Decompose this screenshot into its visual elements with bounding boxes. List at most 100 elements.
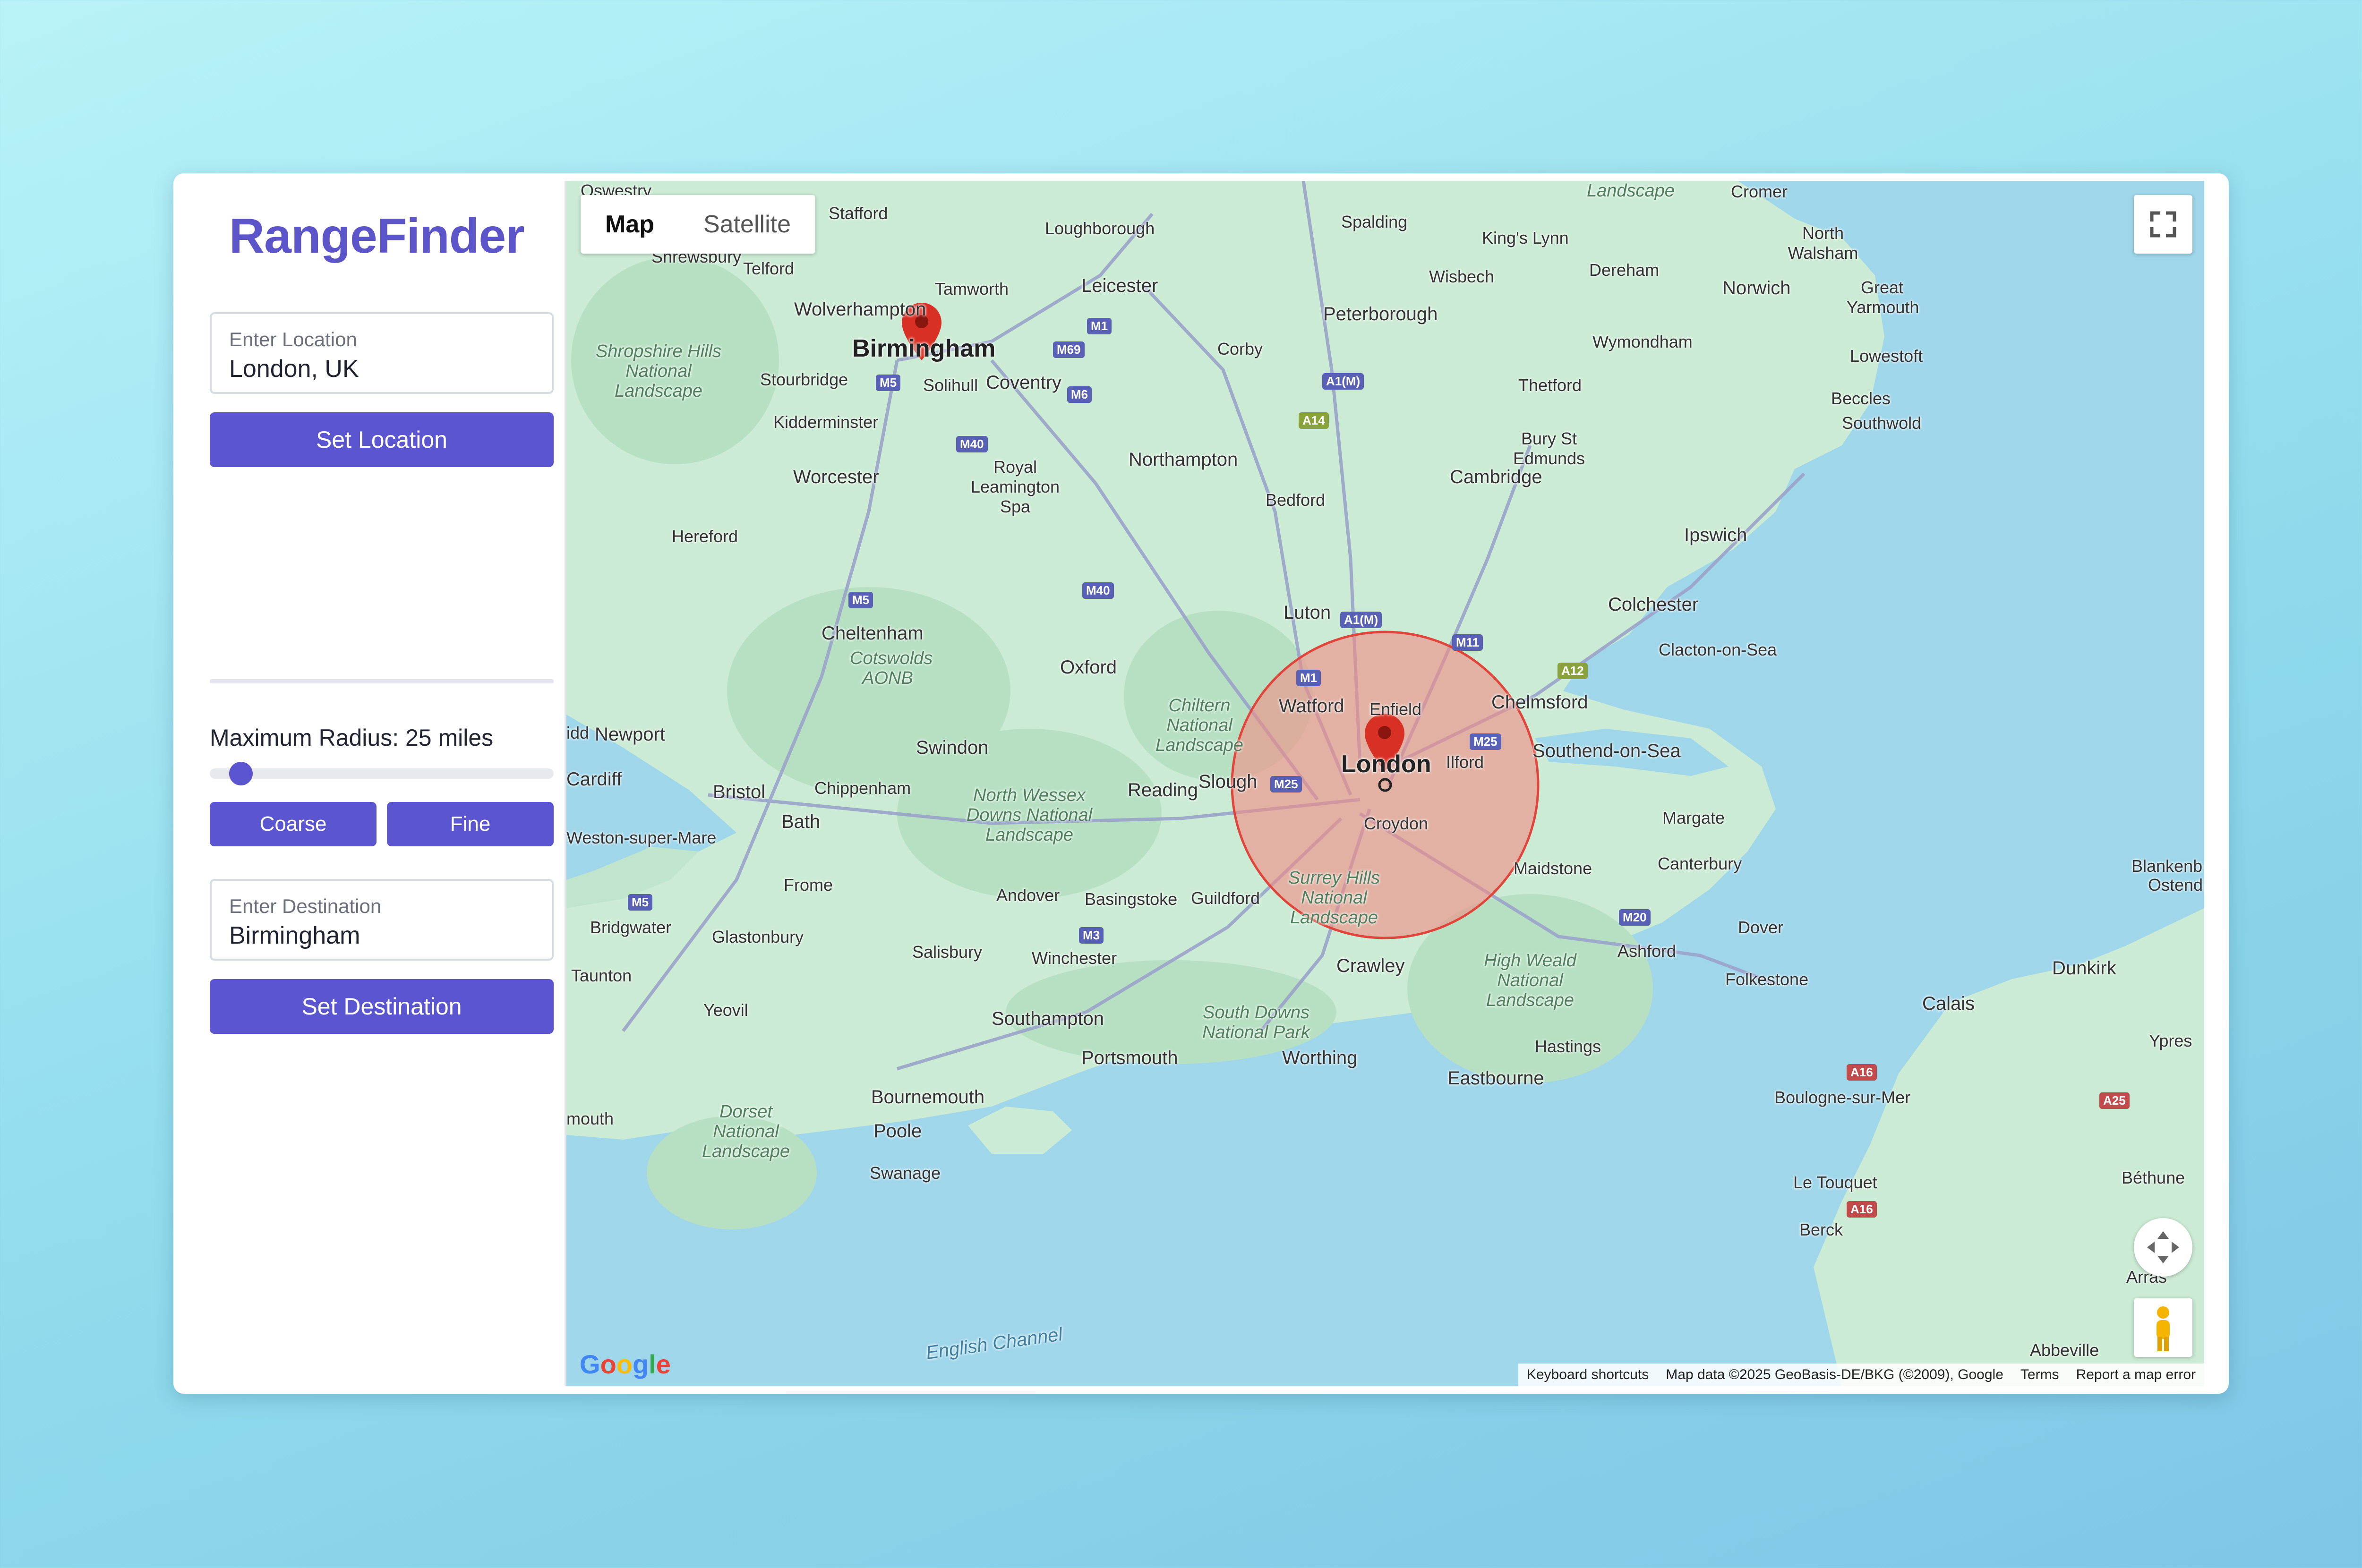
park-label: North Wessex Downs National Landscape [966, 785, 1093, 845]
set-destination-button[interactable]: Set Destination [210, 979, 554, 1034]
place-label: Dereham [1589, 260, 1660, 280]
place-label: Crawley [1336, 955, 1405, 976]
place-label: Thetford [1518, 375, 1582, 395]
place-label: Southend-on-Sea [1532, 741, 1681, 761]
place-label: Berck [1799, 1220, 1843, 1239]
place-label: Tamworth [935, 279, 1009, 298]
road-shield: M11 [1452, 634, 1483, 651]
report-error-link[interactable]: Report a map error [2068, 1367, 2204, 1383]
road-shield: M5 [876, 375, 901, 391]
place-label: Wymondham [1592, 332, 1693, 351]
place-label: Blankenb [2131, 856, 2203, 876]
place-label: Croydon [1364, 814, 1429, 833]
place-label: Basingstoke [1085, 889, 1178, 909]
place-label: Glastonbury [712, 927, 804, 946]
place-label: Telford [743, 259, 795, 278]
road-shield: A12 [1558, 663, 1588, 679]
radius-slider-thumb[interactable] [229, 762, 253, 785]
tab-map[interactable]: Map [581, 195, 679, 254]
place-label: Hastings [1535, 1037, 1601, 1056]
terms-link[interactable]: Terms [2012, 1367, 2068, 1383]
place-label: Cambridge [1450, 467, 1542, 487]
destination-field[interactable]: Enter Destination [210, 879, 554, 961]
place-label: Dover [1738, 918, 1784, 937]
place-label: Oxford [1060, 657, 1117, 678]
radius-slider[interactable] [210, 762, 554, 785]
place-label: Northampton [1129, 449, 1238, 470]
road-shield: M5 [628, 894, 653, 911]
place-label: Abbeville [2030, 1340, 2099, 1360]
place-label: Chelmsford [1491, 692, 1588, 713]
place-label: Boulogne-sur-Mer [1774, 1088, 1911, 1107]
destination-input[interactable] [229, 921, 531, 950]
place-label: Maidstone [1514, 859, 1592, 878]
set-location-button[interactable]: Set Location [210, 412, 554, 467]
place-label: Cheltenham [822, 623, 924, 644]
place-label: Bury St Edmunds [1513, 429, 1585, 468]
place-label: Calais [1922, 993, 1975, 1014]
place-label: Ipswich [1684, 525, 1747, 545]
map-data-text: Map data ©2025 GeoBasis-DE/BKG (©2009), … [1666, 1367, 2003, 1382]
street-view-button[interactable] [2134, 1298, 2192, 1357]
road-shield: M20 [1619, 909, 1651, 926]
place-label: Stourbridge [760, 370, 848, 389]
tab-satellite[interactable]: Satellite [679, 195, 815, 254]
camera-control-icon [2147, 1231, 2179, 1263]
place-label: Birmingham [852, 335, 996, 362]
place-label: Le Touquet [1793, 1173, 1877, 1192]
fine-button[interactable]: Fine [387, 802, 554, 846]
road-shield: A16 [1847, 1201, 1877, 1218]
pegman-icon [2157, 1306, 2170, 1351]
place-label: Wisbech [1429, 267, 1495, 286]
place-label: Slough [1198, 771, 1258, 792]
place-label: Bridgwater [590, 918, 672, 937]
place-label: Hereford [672, 527, 738, 546]
location-input[interactable] [229, 355, 531, 383]
place-label: Weston-super-Mare [566, 828, 717, 847]
road-shield: M40 [1082, 582, 1114, 599]
place-label: Ashford [1617, 941, 1677, 961]
park-label: Chiltern National Landscape [1155, 696, 1243, 755]
park-label: South Downs National Park [1202, 1003, 1310, 1042]
place-label: Watford [1279, 696, 1344, 716]
park-label: Dorset National Landscape [702, 1102, 790, 1161]
location-field[interactable]: Enter Location [210, 312, 554, 394]
map-view[interactable]: Oswestry Stafford Loughborough Spalding … [566, 181, 2204, 1386]
place-label: Bournemouth [871, 1087, 985, 1108]
place-label: Cardiff [566, 769, 622, 790]
place-label: Portsmouth [1081, 1048, 1178, 1068]
place-label: Andover [996, 886, 1060, 905]
place-label: Reading [1128, 780, 1198, 801]
place-label: Corby [1217, 339, 1263, 358]
keyboard-shortcuts-link[interactable]: Keyboard shortcuts [1518, 1367, 1657, 1383]
road-shield: A1(M) [1340, 612, 1382, 628]
place-label: Norwich [1722, 278, 1791, 298]
road-shield: M40 [956, 436, 988, 452]
map-attribution: Keyboard shortcuts Map data ©2025 GeoBas… [1518, 1363, 2204, 1386]
place-label: Bath [781, 811, 821, 832]
place-label: Solihull [923, 375, 978, 395]
place-label: idd [566, 723, 590, 742]
place-label: Stafford [829, 204, 888, 223]
place-label: Ilford [1446, 752, 1484, 772]
coarse-button[interactable]: Coarse [210, 802, 377, 846]
section-divider [210, 679, 554, 683]
place-label: Lowestoft [1850, 346, 1923, 366]
camera-control-button[interactable] [2134, 1218, 2192, 1277]
park-label: High Weald National Landscape [1484, 951, 1576, 1010]
place-label: Bristol [713, 782, 766, 802]
app-window: RangeFinder Enter Location Set Location … [173, 173, 2229, 1394]
road-shield: A1(M) [1322, 373, 1364, 390]
place-label: Great Yarmouth [1847, 278, 1919, 317]
road-shield: M69 [1053, 341, 1085, 358]
park-label: Surrey Hills National Landscape [1288, 868, 1380, 928]
city-label-london: London [1341, 750, 1431, 778]
road-shield: M5 [848, 592, 873, 608]
app-title: RangeFinder [229, 209, 525, 264]
place-label: Wolverhampton [794, 299, 926, 320]
place-label: Luton [1284, 602, 1331, 623]
place-label: Coventry [986, 372, 1062, 393]
location-label: Enter Location [229, 328, 357, 350]
fullscreen-icon [2150, 211, 2176, 238]
fullscreen-button[interactable] [2134, 195, 2192, 254]
